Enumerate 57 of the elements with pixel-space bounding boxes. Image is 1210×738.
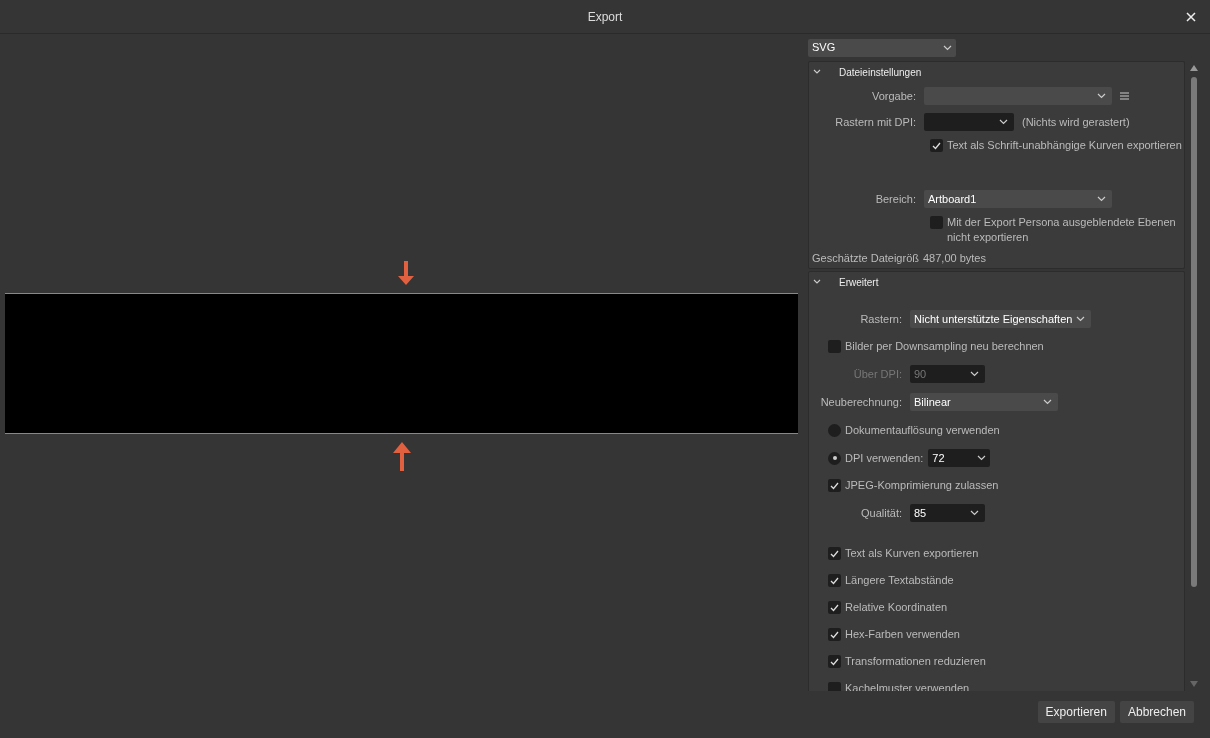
checkbox[interactable]	[828, 574, 841, 587]
checkbox[interactable]	[930, 139, 943, 152]
checkbox[interactable]	[828, 628, 841, 641]
format-dropdown[interactable]: SVG	[808, 38, 956, 57]
checkbox[interactable]	[828, 479, 841, 492]
chevron-down-icon[interactable]	[813, 279, 821, 285]
checkbox-label: Mit der Export Persona ausgeblendete Ebenen nicht exportieren	[947, 215, 1177, 245]
checkbox-label: Hex-Farben verwenden	[845, 627, 961, 642]
checkbox-label: Bilder per Downsampling neu berechnen	[845, 339, 1045, 354]
chevron-down-icon	[1097, 93, 1106, 99]
checkbox[interactable]	[828, 547, 841, 560]
checkbox-label: Text als Kurven exportieren	[845, 546, 980, 561]
radio-label: Dokumentauflösung verwenden	[845, 422, 1000, 438]
window-title: Export	[587, 8, 623, 26]
menu-icon[interactable]	[1120, 92, 1129, 100]
dialog-button[interactable]: Exportieren	[1037, 701, 1115, 723]
checkbox-label: JPEG-Komprimierung zulassen	[845, 478, 1000, 493]
chevron-down-icon	[977, 455, 987, 461]
field-label: Rastern:	[859, 311, 903, 327]
chevron-down-icon	[970, 510, 979, 516]
dropdown[interactable]: Nicht unterstützte Eigenschaften	[910, 310, 1092, 328]
close-icon[interactable]	[1186, 12, 1196, 22]
checkbox-label: Transformationen reduzieren	[845, 654, 987, 669]
dpi-note: (Nichts wird gerastert)	[1022, 114, 1130, 130]
chevron-down-icon	[1076, 316, 1086, 322]
dropdown[interactable]: 85	[910, 504, 985, 522]
dialog-button[interactable]: Abbrechen	[1119, 701, 1194, 723]
checkbox[interactable]	[828, 340, 841, 353]
chevron-down-icon	[1097, 196, 1106, 202]
scroll-up-icon[interactable]	[1190, 65, 1198, 71]
chevron-down-icon	[1043, 399, 1052, 405]
checkbox[interactable]	[828, 655, 841, 668]
field-label: Vorgabe:	[870, 88, 917, 104]
field-label: Über DPI:	[852, 366, 903, 382]
dropdown[interactable]: Bilinear	[910, 393, 1058, 411]
checkbox-label: Längere Textabstände	[845, 573, 955, 588]
estimate-label: Geschätzte Dateigröß	[812, 250, 919, 266]
field-label: Rastern mit DPI:	[834, 114, 917, 130]
checkbox-label: Relative Koordinaten	[845, 600, 949, 615]
checkbox[interactable]	[828, 601, 841, 614]
section-title: Dateieinstellungen	[839, 65, 922, 80]
radio-button[interactable]	[828, 451, 841, 465]
chevron-down-icon	[970, 371, 979, 377]
chevron-down-icon[interactable]	[813, 69, 821, 75]
field-label: Qualität:	[860, 505, 903, 521]
field-label: Bereich:	[874, 191, 917, 207]
section-title: Erweitert	[839, 275, 879, 290]
dpi-dropdown[interactable]: 72	[928, 449, 991, 467]
radio-button[interactable]	[828, 423, 841, 437]
checkbox-label: Text als Schrift-unabhängige Kurven exportieren	[947, 138, 1183, 153]
estimate-value: 487,00 bytes	[923, 250, 986, 266]
chevron-down-icon	[999, 119, 1008, 125]
field-label: Neuberechnung:	[819, 394, 903, 410]
chevron-down-icon	[943, 44, 952, 51]
radio-label: DPI verwenden:	[845, 450, 924, 466]
dropdown[interactable]: Artboard1	[924, 190, 1112, 208]
checkbox[interactable]	[930, 216, 943, 229]
